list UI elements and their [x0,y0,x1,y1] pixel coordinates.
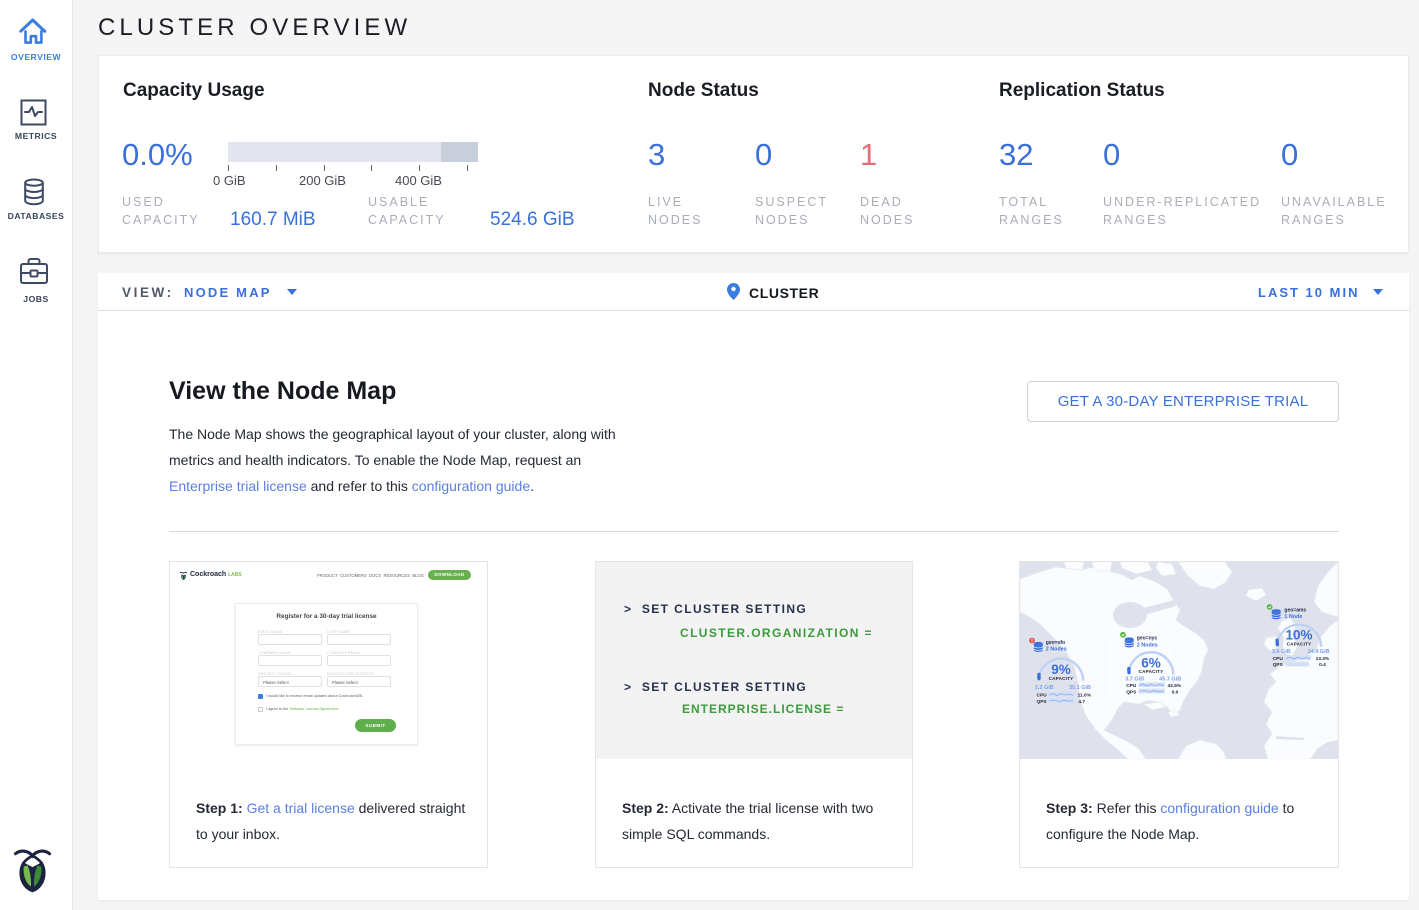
svg-text:34.4 GiB: 34.4 GiB [1308,649,1330,655]
svg-text:CAPACITY: CAPACITY [1139,669,1164,674]
svg-text:geo=nyc: geo=nyc [1137,636,1158,642]
svg-text:2 Nodes: 2 Nodes [1046,647,1067,653]
svg-text:2 Nodes: 2 Nodes [1137,642,1158,648]
svg-text:QPS: QPS [1126,689,1137,695]
svg-text:QPS: QPS [1273,662,1284,668]
svg-text:13.3%: 13.3% [1316,656,1330,662]
svg-text:CAPACITY: CAPACITY [1049,676,1074,681]
svg-text:42.5%: 42.5% [1168,683,1182,689]
svg-text:QPS: QPS [1037,699,1048,705]
svg-text:9%: 9% [1051,662,1071,677]
svg-text:geo=ams: geo=ams [1284,608,1306,614]
svg-text:45.7 GiB: 45.7 GiB [1159,676,1181,682]
svg-text:35.1 GiB: 35.1 GiB [1069,685,1091,691]
svg-text:3.7 GiB: 3.7 GiB [1125,676,1144,682]
svg-text:0.0: 0.0 [1172,689,1179,695]
svg-text:CPU: CPU [1037,693,1048,699]
svg-text:10%: 10% [1285,628,1312,643]
svg-text:3.2 GiB: 3.2 GiB [1035,685,1054,691]
svg-text:geo=sfo: geo=sfo [1046,640,1065,646]
svg-text:0.4: 0.4 [1319,662,1326,668]
svg-text:CPU: CPU [1273,656,1284,662]
svg-text:CAPACITY: CAPACITY [1287,642,1312,647]
svg-text:CPU: CPU [1126,683,1137,689]
svg-text:11.0%: 11.0% [1078,693,1092,699]
svg-text:1 Node: 1 Node [1284,614,1302,620]
svg-text:3.6 GiB: 3.6 GiB [1272,649,1291,655]
svg-text:4.7: 4.7 [1078,699,1085,705]
